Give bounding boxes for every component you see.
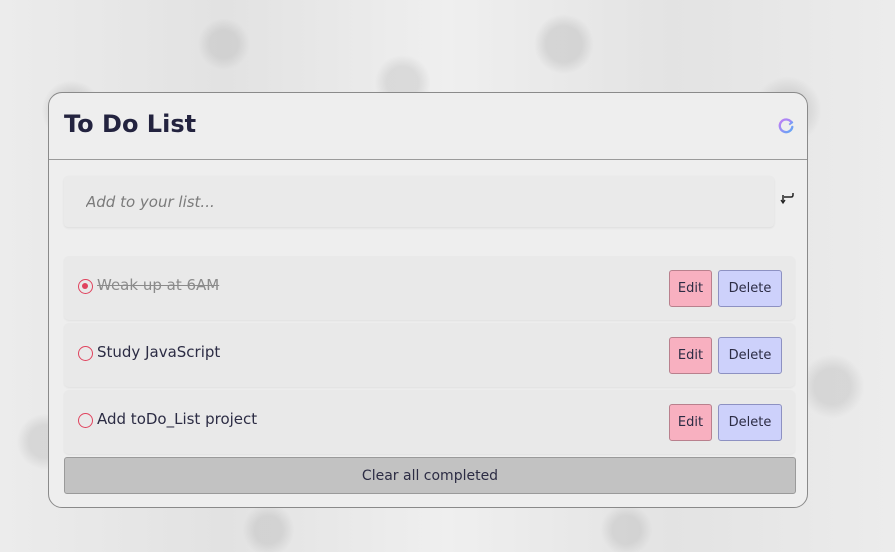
card-header: To Do List [49, 93, 807, 160]
refresh-icon[interactable] [777, 117, 795, 135]
todo-card: To Do List Weak up at 6AM Edit Delete St… [48, 92, 808, 508]
list-item: Study JavaScript Edit Delete [64, 323, 795, 387]
edit-button[interactable]: Edit [669, 404, 712, 441]
edit-button[interactable]: Edit [669, 337, 712, 374]
delete-button[interactable]: Delete [718, 337, 782, 374]
add-item-input[interactable] [64, 176, 774, 227]
clear-completed-button[interactable]: Clear all completed [64, 457, 796, 494]
delete-button[interactable]: Delete [718, 404, 782, 441]
item-text: Add toDo_List project [97, 410, 258, 428]
enter-arrow-icon[interactable] [779, 190, 795, 206]
item-text: Study JavaScript [97, 343, 221, 361]
complete-toggle[interactable] [78, 346, 93, 361]
complete-toggle[interactable] [78, 279, 93, 294]
page-title: To Do List [64, 110, 197, 138]
delete-button[interactable]: Delete [718, 270, 782, 307]
list-item: Weak up at 6AM Edit Delete [64, 256, 795, 320]
item-text: Weak up at 6AM [97, 276, 220, 294]
complete-toggle[interactable] [78, 413, 93, 428]
list-item: Add toDo_List project Edit Delete [64, 390, 795, 454]
add-row [64, 176, 774, 227]
edit-button[interactable]: Edit [669, 270, 712, 307]
